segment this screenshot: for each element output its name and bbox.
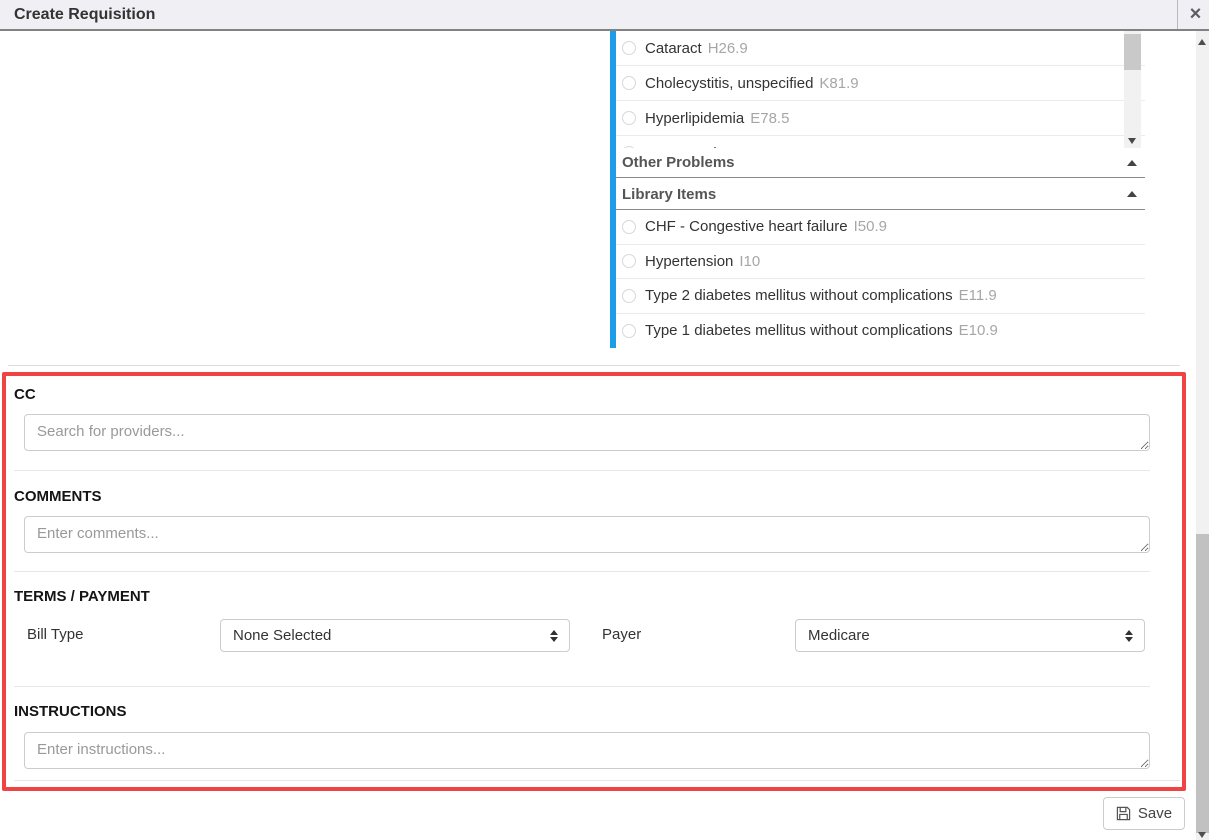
close-icon[interactable]: × xyxy=(1182,0,1209,29)
problem-code: K81.9 xyxy=(819,75,858,92)
header-divider xyxy=(1177,0,1178,29)
modal-header: Create Requisition × xyxy=(0,0,1209,31)
divider xyxy=(14,571,1150,572)
radio-button[interactable] xyxy=(622,289,636,303)
inner-scrollbar[interactable] xyxy=(1124,31,1141,148)
problem-code: E11.9 xyxy=(959,287,997,304)
problem-row[interactable]: Hyperlipidemia E78.5 xyxy=(616,101,1145,136)
comments-input[interactable] xyxy=(24,516,1150,553)
cc-search-input[interactable] xyxy=(24,414,1150,451)
problem-label: Cataract xyxy=(645,40,702,57)
problem-label: Hypertension xyxy=(645,253,733,270)
outer-scrollbar-thumb[interactable] xyxy=(1196,534,1209,833)
terms-payment-label: TERMS / PAYMENT xyxy=(14,588,150,605)
divider xyxy=(14,470,1150,471)
problem-row[interactable]: Cholecystitis, unspecified K81.9 xyxy=(616,66,1145,101)
library-items-list: CHF - Congestive heart failure I50.9 Hyp… xyxy=(616,210,1145,348)
radio-button[interactable] xyxy=(622,111,636,125)
instructions-label: INSTRUCTIONS xyxy=(14,703,127,720)
section-header-library-items[interactable]: Library Items xyxy=(616,179,1145,210)
save-button-label: Save xyxy=(1138,805,1172,822)
library-item-row[interactable]: Type 1 diabetes mellitus without complic… xyxy=(616,314,1145,349)
payer-value: Medicare xyxy=(808,627,870,644)
radio-button[interactable] xyxy=(622,76,636,90)
problem-code: I50.9 xyxy=(854,218,887,235)
section-header-label: Library Items xyxy=(622,186,716,203)
radio-button[interactable] xyxy=(622,220,636,234)
cc-label: CC xyxy=(14,386,36,403)
modal-title: Create Requisition xyxy=(14,0,155,29)
problem-code: H26.9 xyxy=(708,40,748,57)
problem-label: Hyperlipidemia xyxy=(645,110,744,127)
divider xyxy=(8,365,1180,366)
scroll-down-arrow-icon[interactable] xyxy=(1198,832,1206,838)
radio-button[interactable] xyxy=(622,324,636,338)
bill-type-value: None Selected xyxy=(233,627,331,644)
inner-scrollbar-thumb[interactable] xyxy=(1124,34,1141,70)
collapse-up-icon[interactable] xyxy=(1127,160,1137,166)
comments-label: COMMENTS xyxy=(14,488,102,505)
payer-select[interactable]: Medicare xyxy=(795,619,1145,652)
problem-row[interactable]: Hypertension I10 xyxy=(616,136,1145,148)
problems-panel: Cataract H26.9 Cholecystitis, unspecifie… xyxy=(610,31,1145,348)
problem-label: Type 2 diabetes mellitus without complic… xyxy=(645,287,953,304)
bill-type-label: Bill Type xyxy=(27,626,83,643)
collapse-up-icon[interactable] xyxy=(1127,191,1137,197)
save-icon xyxy=(1116,806,1131,821)
problem-code: E10.9 xyxy=(959,322,998,339)
radio-button[interactable] xyxy=(622,254,636,268)
problem-label: Cholecystitis, unspecified xyxy=(645,75,813,92)
instructions-input[interactable] xyxy=(24,732,1150,769)
payer-label: Payer xyxy=(602,626,641,643)
scroll-down-arrow-icon[interactable] xyxy=(1128,138,1136,144)
problem-row[interactable]: Cataract H26.9 xyxy=(616,31,1145,66)
library-item-row[interactable]: CHF - Congestive heart failure I50.9 xyxy=(616,210,1145,245)
library-item-row[interactable]: Hypertension I10 xyxy=(616,245,1145,280)
select-arrows-icon xyxy=(1125,630,1133,642)
create-requisition-modal: Create Requisition × Cataract H26.9 Chol… xyxy=(0,0,1209,840)
outer-scrollbar[interactable] xyxy=(1196,31,1209,840)
library-item-row[interactable]: Type 2 diabetes mellitus without complic… xyxy=(616,279,1145,314)
radio-button[interactable] xyxy=(622,41,636,55)
problem-code: I10 xyxy=(739,253,760,270)
problem-label: Type 1 diabetes mellitus without complic… xyxy=(645,322,953,339)
section-header-other-problems[interactable]: Other Problems xyxy=(616,148,1145,178)
divider xyxy=(14,780,1180,781)
section-header-label: Other Problems xyxy=(622,154,735,171)
divider xyxy=(14,686,1150,687)
problems-scroll-list[interactable]: Cataract H26.9 Cholecystitis, unspecifie… xyxy=(616,31,1145,148)
problem-code: E78.5 xyxy=(750,110,789,127)
problem-label: CHF - Congestive heart failure xyxy=(645,218,848,235)
bill-type-select[interactable]: None Selected xyxy=(220,619,570,652)
save-button[interactable]: Save xyxy=(1103,797,1185,830)
select-arrows-icon xyxy=(550,630,558,642)
scroll-up-arrow-icon[interactable] xyxy=(1198,39,1206,45)
